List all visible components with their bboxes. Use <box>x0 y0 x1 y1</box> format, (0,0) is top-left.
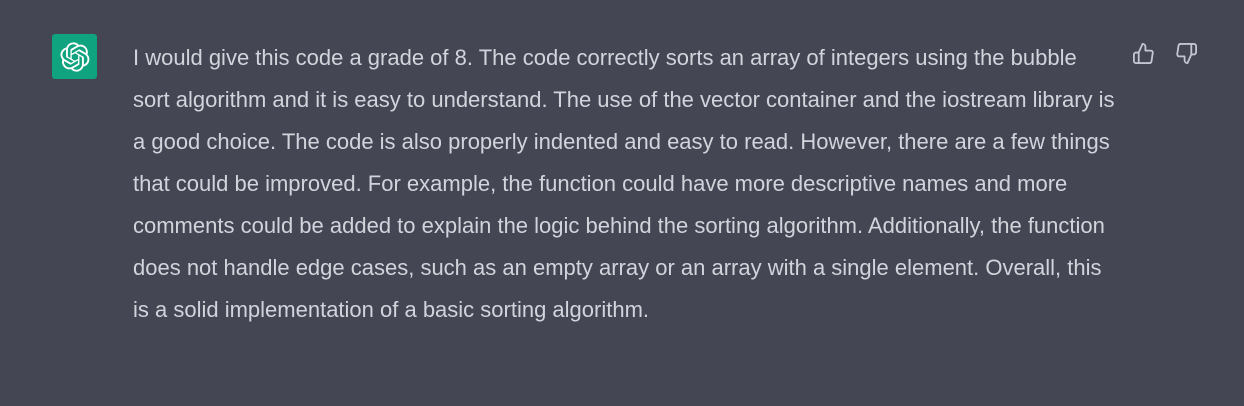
thumbs-down-button[interactable] <box>1174 41 1198 65</box>
openai-logo-icon <box>52 34 97 79</box>
assistant-message-text: I would give this code a grade of 8. The… <box>133 45 1115 322</box>
assistant-message-row: I would give this code a grade of 8. The… <box>0 0 1244 406</box>
thumbs-up-button[interactable] <box>1131 41 1155 65</box>
thumbs-down-icon <box>1175 42 1197 64</box>
thumbs-up-icon <box>1132 42 1154 64</box>
message-feedback-actions <box>1131 41 1198 65</box>
